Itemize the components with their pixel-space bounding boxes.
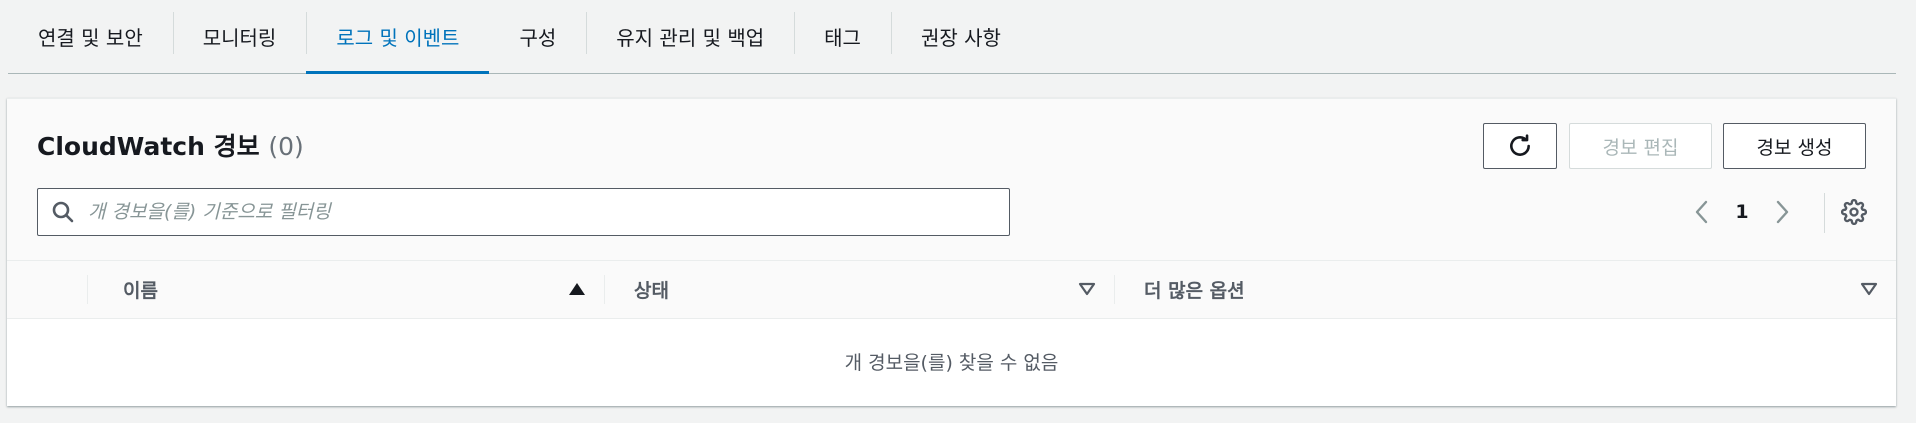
tab-maintenance-backups[interactable]: 유지 관리 및 백업 xyxy=(586,0,794,73)
sort-unsorted-icon xyxy=(1860,282,1878,296)
edit-alarm-label: 경보 편집 xyxy=(1602,136,1679,159)
gear-icon[interactable] xyxy=(1839,197,1869,227)
column-header-more-options[interactable]: 더 많은 옵션 xyxy=(1114,261,1896,318)
tab-monitoring[interactable]: 모니터링 xyxy=(172,0,307,73)
pagination: 1 xyxy=(1687,191,1797,233)
alarm-filter-field[interactable] xyxy=(37,188,1010,236)
sort-unsorted-icon xyxy=(1078,282,1096,296)
tab-connectivity-security[interactable]: 연결 및 보안 xyxy=(8,0,173,73)
sort-ascending-icon xyxy=(569,283,585,295)
empty-state-message: 개 경보을(를) 찾을 수 없음 xyxy=(844,352,1059,374)
panel-title-text: CloudWatch 경보 xyxy=(37,132,260,161)
tab-tags[interactable]: 태그 xyxy=(794,0,891,73)
create-alarm-button[interactable]: 경보 생성 xyxy=(1723,123,1866,169)
tab-configuration[interactable]: 구성 xyxy=(489,0,586,73)
tab-logs-events[interactable]: 로그 및 이벤트 xyxy=(306,0,490,74)
panel-header: CloudWatch 경보 (0) 경보 편집 경보 생성 1 xyxy=(7,99,1896,260)
cloudwatch-alarms-panel: CloudWatch 경보 (0) 경보 편집 경보 생성 1 xyxy=(7,98,1896,406)
column-header-label: 이름 xyxy=(123,280,158,302)
create-alarm-label: 경보 생성 xyxy=(1756,136,1833,159)
tab-recommendations[interactable]: 권장 사항 xyxy=(890,0,1031,73)
tab-label: 구성 xyxy=(519,26,557,50)
tab-label: 연결 및 보안 xyxy=(38,26,143,50)
alarm-filter-input[interactable] xyxy=(86,200,1009,224)
tab-label: 모니터링 xyxy=(202,26,277,50)
tab-label: 권장 사항 xyxy=(920,26,1001,50)
column-header-label: 더 많은 옵션 xyxy=(1144,280,1245,302)
chevron-left-icon[interactable] xyxy=(1687,191,1717,233)
refresh-icon xyxy=(1510,134,1530,156)
tab-label: 태그 xyxy=(824,26,861,50)
chevron-right-icon[interactable] xyxy=(1767,191,1797,233)
pager-divider xyxy=(1824,193,1825,233)
alarm-count: (0) xyxy=(268,132,304,161)
current-page-number[interactable]: 1 xyxy=(1717,201,1767,223)
detail-tabs: 연결 및 보안 모니터링 로그 및 이벤트 구성 유지 관리 및 백업 태그 권… xyxy=(8,0,1896,74)
column-header-label: 상태 xyxy=(634,280,669,302)
refresh-button[interactable] xyxy=(1483,123,1557,169)
search-icon xyxy=(50,199,76,225)
tab-label: 유지 관리 및 백업 xyxy=(616,26,765,50)
column-header-name[interactable]: 이름 xyxy=(87,261,604,318)
panel-title: CloudWatch 경보 (0) xyxy=(37,127,304,163)
table-header: 이름 상태 더 많은 옵션 xyxy=(7,260,1896,319)
edit-alarm-button[interactable]: 경보 편집 xyxy=(1569,123,1712,169)
column-header-status[interactable]: 상태 xyxy=(604,261,1114,318)
tab-label: 로그 및 이벤트 xyxy=(336,26,460,50)
